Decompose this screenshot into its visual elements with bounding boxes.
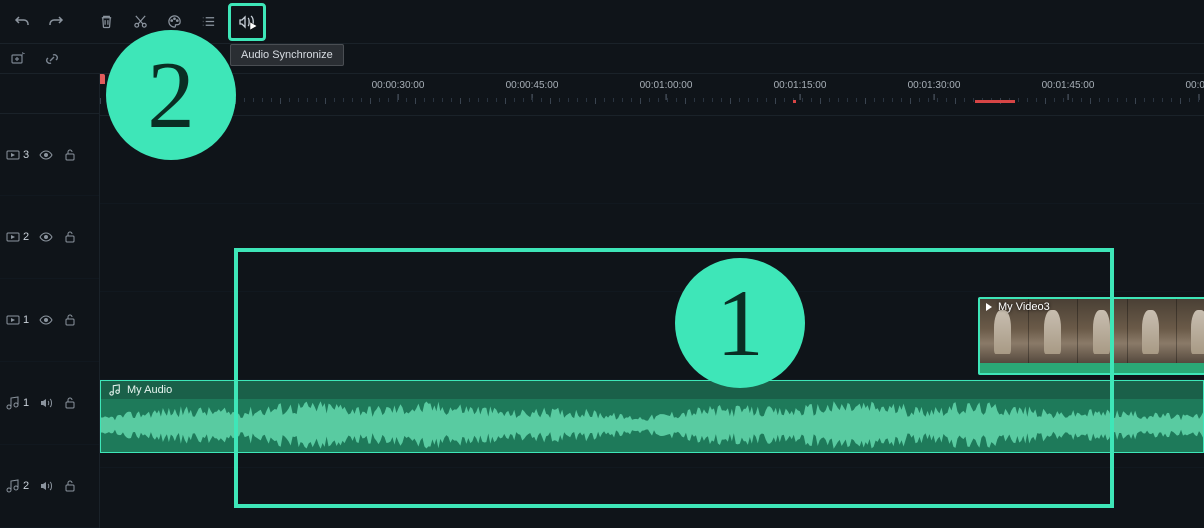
marker-range bbox=[975, 100, 1015, 103]
link-button[interactable] bbox=[42, 49, 62, 69]
speaker-icon[interactable] bbox=[39, 479, 53, 493]
visibility-icon[interactable] bbox=[39, 313, 53, 327]
track-label: 1 bbox=[23, 314, 29, 326]
clip-title: My Video3 bbox=[998, 301, 1050, 313]
lock-icon[interactable] bbox=[63, 479, 77, 493]
video-icon bbox=[6, 313, 20, 327]
undo-button[interactable] bbox=[8, 8, 36, 36]
track-header-a2[interactable]: 2 bbox=[0, 445, 99, 528]
track-header-a1[interactable]: 1 bbox=[0, 362, 99, 445]
track-lane-v2[interactable] bbox=[100, 204, 1204, 292]
visibility-icon[interactable] bbox=[39, 230, 53, 244]
track-label: 1 bbox=[23, 397, 29, 409]
track-header-v1[interactable]: 1 bbox=[0, 279, 99, 362]
track-lane-v1[interactable]: My Video3 bbox=[100, 292, 1204, 380]
track-header-v3[interactable]: 3 bbox=[0, 114, 99, 197]
marker bbox=[793, 100, 796, 103]
delete-button[interactable] bbox=[92, 8, 120, 36]
timeline: 3 2 1 1 2 00:0000:00:30:0000:00:45:000 bbox=[0, 74, 1204, 528]
speaker-icon[interactable] bbox=[39, 396, 53, 410]
lock-icon[interactable] bbox=[63, 396, 77, 410]
track-label: 2 bbox=[23, 231, 29, 243]
track-headers: 3 2 1 1 2 bbox=[0, 74, 100, 528]
list-button[interactable] bbox=[194, 8, 222, 36]
music-icon bbox=[109, 384, 121, 396]
audio-clip[interactable]: My Audio bbox=[100, 380, 1204, 453]
track-label: 3 bbox=[23, 149, 29, 161]
video-icon bbox=[6, 148, 20, 162]
waveform bbox=[101, 399, 1203, 452]
color-button[interactable] bbox=[160, 8, 188, 36]
music-icon bbox=[6, 479, 20, 493]
tooltip: Audio Synchronize bbox=[230, 44, 344, 66]
lock-icon[interactable] bbox=[63, 230, 77, 244]
track-lane-a1[interactable]: My Audio bbox=[100, 380, 1204, 468]
redo-button[interactable] bbox=[42, 8, 70, 36]
main-toolbar bbox=[0, 0, 1204, 44]
time-ruler[interactable]: 00:0000:00:30:0000:00:45:0000:01:00:0000… bbox=[100, 74, 1204, 116]
lock-icon[interactable] bbox=[63, 313, 77, 327]
visibility-icon[interactable] bbox=[39, 148, 53, 162]
track-header-v2[interactable]: 2 bbox=[0, 196, 99, 279]
track-lane-a2[interactable] bbox=[100, 468, 1204, 528]
music-icon bbox=[6, 396, 20, 410]
secondary-toolbar bbox=[0, 44, 1204, 74]
track-label: 2 bbox=[23, 480, 29, 492]
audio-sync-button[interactable] bbox=[228, 3, 266, 41]
video-clip[interactable]: My Video3 bbox=[978, 297, 1204, 375]
add-overlay-button[interactable] bbox=[8, 49, 28, 69]
lock-icon[interactable] bbox=[63, 148, 77, 162]
tracks-area[interactable]: 00:0000:00:30:0000:00:45:0000:01:00:0000… bbox=[100, 74, 1204, 528]
play-icon bbox=[984, 302, 994, 312]
video-icon bbox=[6, 230, 20, 244]
track-lane-v3[interactable] bbox=[100, 116, 1204, 204]
cut-button[interactable] bbox=[126, 8, 154, 36]
clip-title: My Audio bbox=[127, 384, 172, 396]
